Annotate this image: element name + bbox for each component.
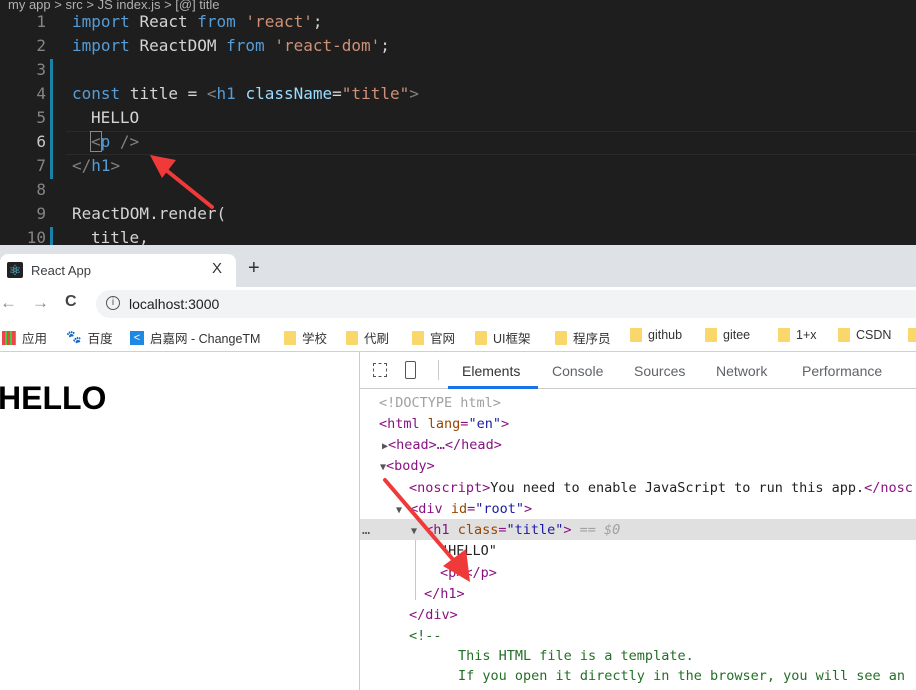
red-arrow-annotation bbox=[383, 478, 470, 582]
red-arrow-annotation bbox=[150, 155, 214, 209]
annotation-layer bbox=[150, 155, 470, 582]
